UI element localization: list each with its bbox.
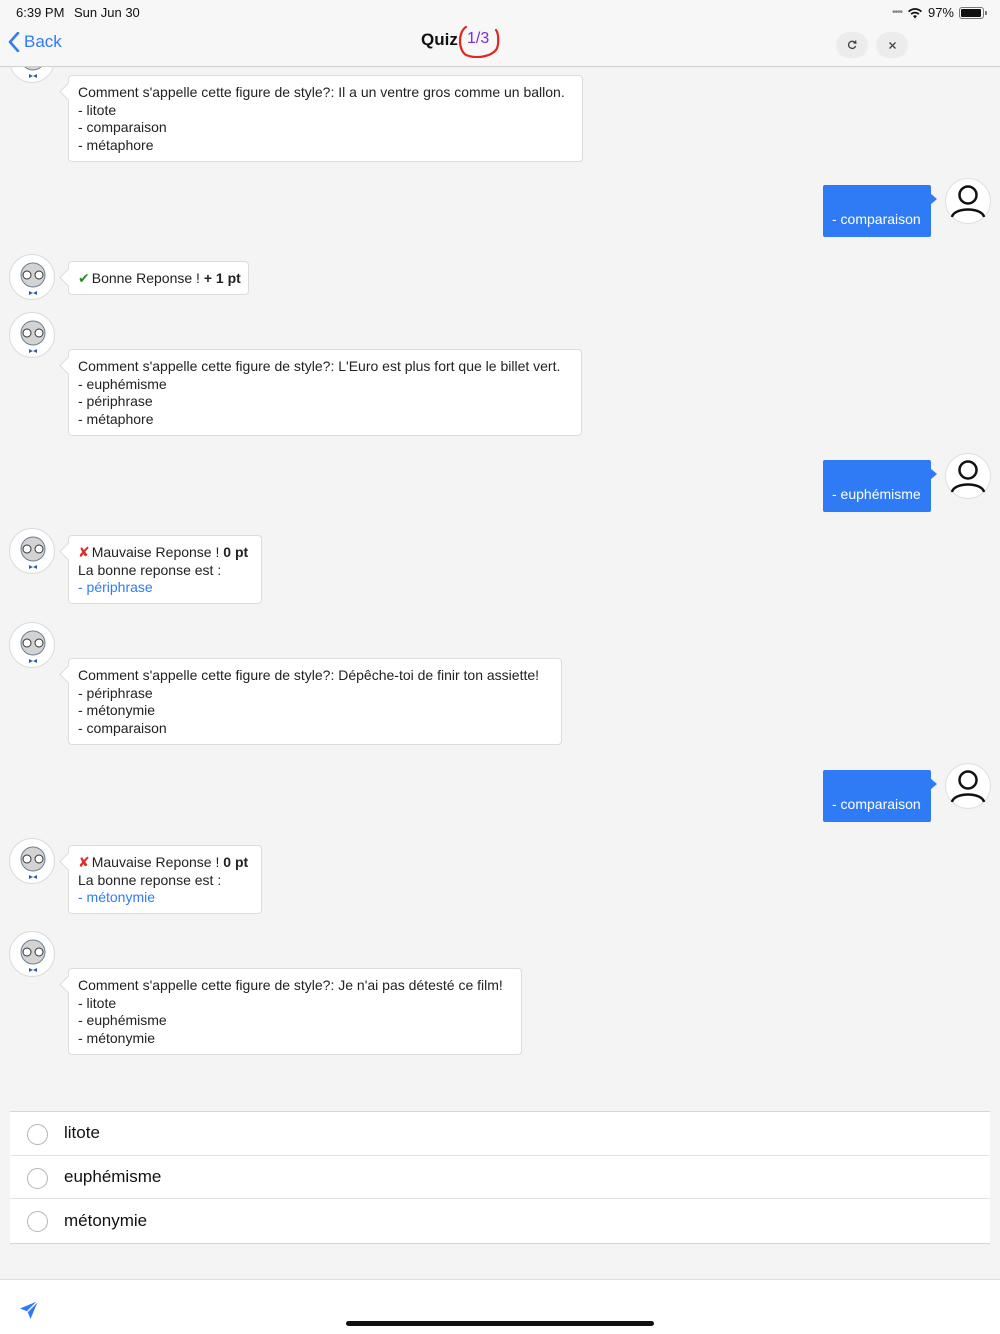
result-points: 0 pt — [223, 854, 249, 870]
back-button[interactable]: Back — [8, 32, 62, 52]
correct-answer: - métonymie — [78, 889, 156, 905]
result-text: Bonne Reponse ! — [91, 270, 204, 286]
wifi-icon — [907, 7, 922, 18]
question-text: Comment s'appelle cette figure de style?… — [78, 667, 540, 683]
result-hint: La bonne reponse est : — [78, 871, 222, 888]
question-option: - litote — [78, 994, 117, 1011]
close-icon — [888, 41, 896, 49]
question-option: - périphrase — [78, 393, 153, 409]
result-points: 0 pt — [223, 544, 249, 560]
question-bubble: Comment s'appelle cette figure de style?… — [68, 75, 583, 162]
user-avatar — [945, 178, 991, 224]
question-option: - litote — [78, 101, 117, 118]
correct-answer: - périphrase — [78, 579, 153, 595]
quiz-progress: 1/3 — [467, 30, 490, 47]
result-text: Mauvaise Reponse ! — [91, 854, 224, 870]
user-avatar-icon — [950, 185, 986, 218]
radio-button[interactable] — [27, 1167, 48, 1189]
professor-avatar-icon — [20, 939, 46, 972]
chevron-left-icon — [8, 32, 20, 52]
user-answer-bubble: - comparaison — [823, 185, 937, 237]
status-date: Sun Jun 30 — [74, 5, 140, 20]
answer-option-euphemisme[interactable]: euphémisme — [10, 1156, 990, 1199]
user-answer-bubble: - comparaison — [823, 770, 937, 822]
professor-avatar-icon — [20, 846, 46, 879]
close-button[interactable] — [876, 32, 908, 58]
user-avatar-icon — [950, 770, 986, 803]
page-title: Quiz — [421, 30, 458, 49]
question-option: - périphrase — [78, 684, 153, 701]
professor-avatar-icon — [20, 320, 46, 353]
answer-option-label: euphémisme — [64, 1166, 162, 1186]
question-text: Comment s'appelle cette figure de style?… — [78, 84, 565, 100]
user-avatar — [945, 453, 991, 499]
result-text: Mauvaise Reponse ! — [91, 544, 224, 560]
cross-icon: ✘ — [78, 544, 90, 560]
result-bubble: ✔ Bonne Reponse ! + 1 pt — [68, 261, 249, 295]
send-button[interactable] — [19, 1300, 39, 1325]
question-option: - métaphore — [78, 136, 154, 153]
status-time: 6:39 PM — [16, 5, 65, 20]
signal-dots-icon: •••• — [891, 7, 903, 18]
status-bar: 6:39 PM Sun Jun 30 •••• 97% — [0, 0, 1000, 24]
bot-avatar — [9, 67, 55, 83]
question-bubble: Comment s'appelle cette figure de style?… — [68, 658, 562, 745]
home-indicator — [346, 1321, 654, 1326]
bot-avatar — [9, 622, 55, 668]
user-answer-bubble: - euphémisme — [823, 460, 937, 512]
bot-avatar — [9, 528, 55, 574]
refresh-button[interactable] — [836, 32, 868, 58]
navigation-bar: Back Quiz 1/3 — [0, 24, 1000, 67]
answer-option-metonymie[interactable]: métonymie — [10, 1199, 990, 1243]
professor-avatar-icon — [20, 630, 46, 663]
bot-avatar — [9, 931, 55, 977]
question-option: - métonymie — [78, 1029, 156, 1046]
answer-option-litote[interactable]: litote — [10, 1112, 990, 1156]
question-option: - comparaison — [78, 119, 167, 135]
question-option: - euphémisme — [78, 1012, 167, 1028]
status-indicators: •••• 97% — [891, 5, 987, 20]
send-icon — [20, 1300, 39, 1319]
answer-options: litote euphémisme métonymie — [10, 1111, 990, 1244]
bot-avatar — [9, 838, 55, 884]
answer-option-label: métonymie — [64, 1210, 148, 1230]
professor-avatar-icon — [20, 536, 46, 569]
cross-icon: ✘ — [78, 854, 90, 870]
refresh-icon — [847, 40, 857, 50]
radio-button[interactable] — [27, 1211, 48, 1232]
professor-avatar-icon — [24, 67, 42, 78]
checkmark-icon: ✔ — [78, 270, 90, 286]
question-option: - comparaison — [78, 719, 167, 736]
result-hint: La bonne reponse est : — [78, 561, 222, 578]
question-bubble: Comment s'appelle cette figure de style?… — [68, 349, 582, 436]
result-points: + 1 pt — [203, 270, 241, 286]
battery-icon — [959, 6, 987, 19]
result-bubble: ✘ Mauvaise Reponse ! 0 pt La bonne repons… — [68, 845, 262, 914]
question-option: - euphémisme — [78, 375, 167, 392]
question-option: - métonymie — [78, 702, 156, 718]
question-bubble: Comment s'appelle cette figure de style?… — [68, 968, 522, 1055]
professor-avatar-icon — [20, 262, 46, 295]
question-text: Comment s'appelle cette figure de style?… — [78, 358, 561, 374]
chat-area[interactable]: Comment s'appelle cette figure de style?… — [0, 67, 1000, 1107]
back-label: Back — [24, 32, 62, 51]
user-avatar — [945, 763, 991, 809]
user-avatar-icon — [950, 460, 986, 493]
result-bubble: ✘ Mauvaise Reponse ! 0 pt La bonne repons… — [68, 535, 262, 604]
battery-percent: 97% — [927, 5, 954, 20]
radio-button[interactable] — [27, 1124, 48, 1145]
bot-avatar — [9, 312, 55, 358]
answer-option-label: litote — [64, 1123, 100, 1143]
bot-avatar — [9, 254, 55, 300]
question-text: Comment s'appelle cette figure de style?… — [78, 977, 503, 993]
question-option: - métaphore — [78, 410, 154, 427]
